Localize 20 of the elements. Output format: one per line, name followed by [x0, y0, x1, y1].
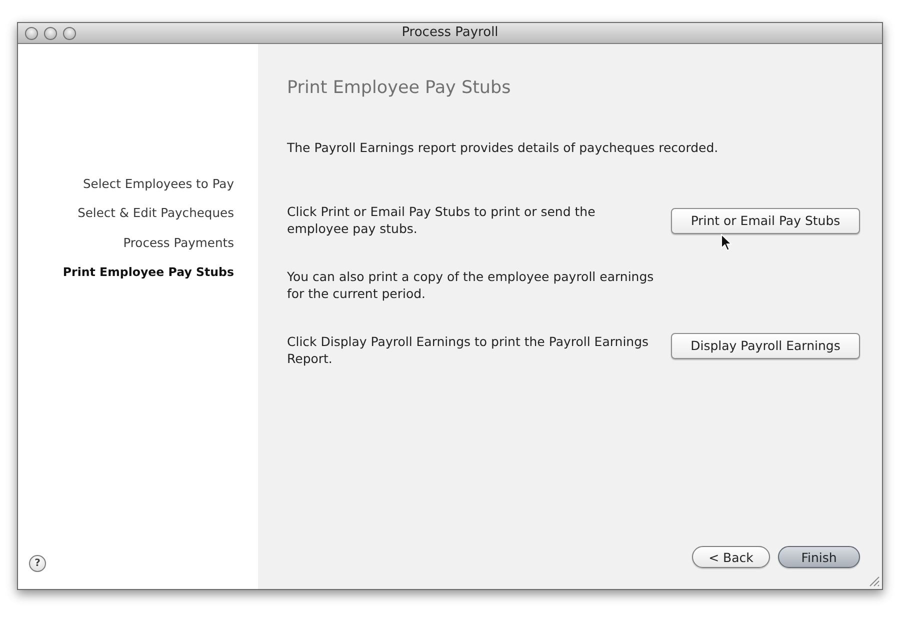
step-item: Print Employee Pay Stubs	[62, 264, 234, 281]
step-item: Select Employees to Pay	[83, 176, 234, 193]
back-button[interactable]: < Back	[692, 546, 770, 568]
instruction-text: Click Print or Email Pay Stubs to print or send the employee pay stubs.	[287, 202, 596, 238]
finish-button[interactable]: Finish	[778, 546, 860, 568]
window-title: Process Payroll	[402, 25, 498, 40]
minimize-button[interactable]	[44, 26, 57, 40]
help-button[interactable]: ?	[29, 555, 46, 572]
instruction-text: The Payroll Earnings report provides details of paycheques recorded.	[287, 139, 718, 156]
resize-grip-icon[interactable]	[869, 576, 880, 587]
step-item: Process Payments	[123, 234, 234, 252]
page-heading: Print Employee Pay Stubs	[287, 77, 511, 99]
pointer-icon	[721, 234, 732, 251]
close-button[interactable]	[25, 26, 38, 40]
instruction-text: Click Display Payroll Earnings to print the Payroll Earnings Report.	[287, 332, 650, 368]
instruction-text: You can also print a copy of the employee payroll earnings for the current period.	[287, 268, 655, 302]
zoom-button[interactable]	[63, 26, 76, 40]
action-button[interactable]: Display Payroll Earnings	[671, 332, 860, 358]
step-item: Select & Edit Paycheques	[78, 205, 234, 222]
action-button[interactable]: Print or Email Pay Stubs	[671, 208, 860, 234]
